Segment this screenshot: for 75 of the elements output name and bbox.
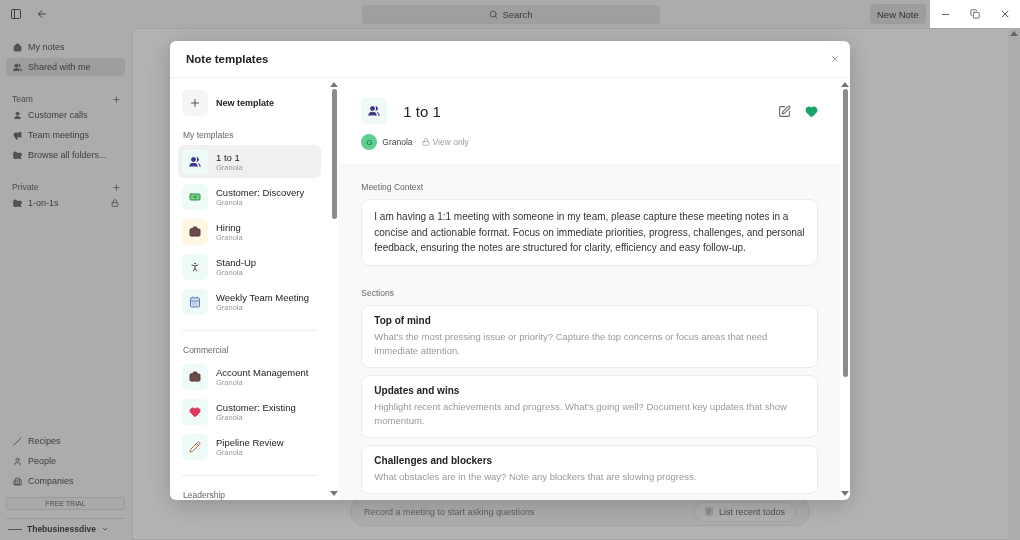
sidebar-item[interactable]: Shared with me: [6, 58, 125, 76]
building-icon: [13, 476, 22, 486]
home-icon: [13, 42, 22, 52]
group-heading: Commercial: [182, 345, 230, 355]
section-label: Meeting Context: [361, 182, 425, 192]
scroll-up-icon[interactable]: [330, 81, 339, 87]
add-icon[interactable]: [112, 182, 121, 192]
sidebar-item[interactable]: Browse all folders...: [6, 146, 125, 164]
group-heading: Leadership: [182, 490, 227, 500]
template-name: Pipeline Review: [216, 436, 284, 448]
back-arrow-icon[interactable]: [36, 8, 48, 20]
lock-icon: [421, 138, 430, 146]
sidebar-item[interactable]: 1-on-1s: [6, 194, 125, 212]
suggestion-chip[interactable]: / List recent todos: [693, 501, 796, 522]
user-name[interactable]: Thebusinessdive: [27, 524, 96, 534]
scroll-up-icon[interactable]: [1010, 30, 1018, 36]
section-title: Challenges and blockers: [374, 454, 494, 466]
edit-icon[interactable]: [778, 104, 792, 118]
new-note-button[interactable]: New Note: [870, 4, 926, 24]
section-title: Top of mind: [374, 314, 432, 326]
section-card[interactable]: Updates and wins Highlight recent achievements and progress. What's going well? Document key updates that show momentum.: [361, 374, 819, 438]
template-name: Stand-Up: [216, 256, 257, 268]
template-icon: [189, 155, 201, 168]
template-icon: [189, 295, 201, 308]
dialog-title: Note templates: [186, 53, 269, 65]
template-icon: [189, 225, 201, 238]
section-description: What's the most pressing issue or priority? Capture the top concerns or focus areas that need immediate attention.: [374, 329, 769, 358]
section-description: What obstacles are in the way? Note any blockers that are slowing progress.: [374, 469, 698, 484]
group-heading: My templates: [182, 130, 235, 140]
search-icon: [489, 9, 499, 19]
template-icon: [189, 260, 201, 273]
section-heading: Private: [12, 182, 39, 192]
scroll-up-icon[interactable]: [841, 81, 849, 87]
search-field[interactable]: Search: [362, 4, 660, 24]
template-name: 1 to 1: [216, 151, 241, 163]
template-name: Customer: Existing: [216, 401, 296, 413]
add-icon[interactable]: [112, 94, 121, 104]
scroll-down-icon[interactable]: [330, 491, 339, 497]
section-label: Sections: [361, 287, 395, 298]
author-name: Granola: [382, 137, 413, 147]
sidebar-toggle-icon[interactable]: [10, 8, 22, 20]
template-icon: [189, 405, 201, 418]
sidebar-item[interactable]: Recipes: [6, 432, 125, 450]
scrollbar-thumb[interactable]: [842, 89, 848, 377]
section-title: Updates and wins: [374, 384, 461, 396]
template-icon: [189, 440, 201, 453]
template-icon: [189, 370, 201, 383]
person-icon: [13, 456, 22, 466]
author-avatar: G: [361, 134, 378, 150]
template-name: Weekly Team Meeting: [216, 291, 310, 303]
chevron-down-icon[interactable]: [100, 525, 109, 533]
scrollbar-thumb[interactable]: [331, 89, 337, 219]
template-title: 1 to 1: [403, 102, 441, 120]
people-icon: [368, 105, 381, 117]
template-name: Hiring: [216, 221, 242, 233]
section-card[interactable]: Top of mind What's the most pressing issue or priority? Capture the top concerns or focus areas that need immediate attention.: [361, 304, 819, 368]
scroll-down-icon[interactable]: [841, 491, 849, 497]
sidebar-item[interactable]: My notes: [6, 38, 125, 56]
context-text: I am having a 1:1 meeting with someone in my team, please capture these meeting notes in a concise and actionable format. Focus on immediate priorities, progress, challenges, and personal feedback, ensuring the notes are structured for clarity, efficiency and easy follow-up.: [374, 210, 806, 255]
restore-icon[interactable]: [969, 9, 980, 19]
template-name: Customer: Discovery: [216, 186, 305, 198]
template-name: Account Management: [216, 366, 309, 378]
sidebar-item[interactable]: Companies: [6, 472, 125, 490]
heart-icon[interactable]: [805, 104, 819, 118]
template-icon: [189, 190, 201, 203]
sidebar-item[interactable]: Team meetings: [6, 126, 125, 144]
new-template-button[interactable]: New template: [178, 90, 279, 116]
people-icon: [13, 62, 22, 72]
access-label: View only: [432, 137, 469, 147]
plus-icon: [189, 97, 201, 109]
section-card[interactable]: Challenges and blockers What obstacles are in the way? Note any blockers that are slowing progress.: [361, 444, 819, 494]
sidebar-item[interactable]: People: [6, 452, 125, 470]
section-heading: Team: [12, 94, 33, 104]
section-description: Highlight recent achievements and progress. What's going well? Document key updates that show momentum.: [374, 399, 788, 428]
sidebar-item[interactable]: Customer calls: [6, 106, 125, 124]
